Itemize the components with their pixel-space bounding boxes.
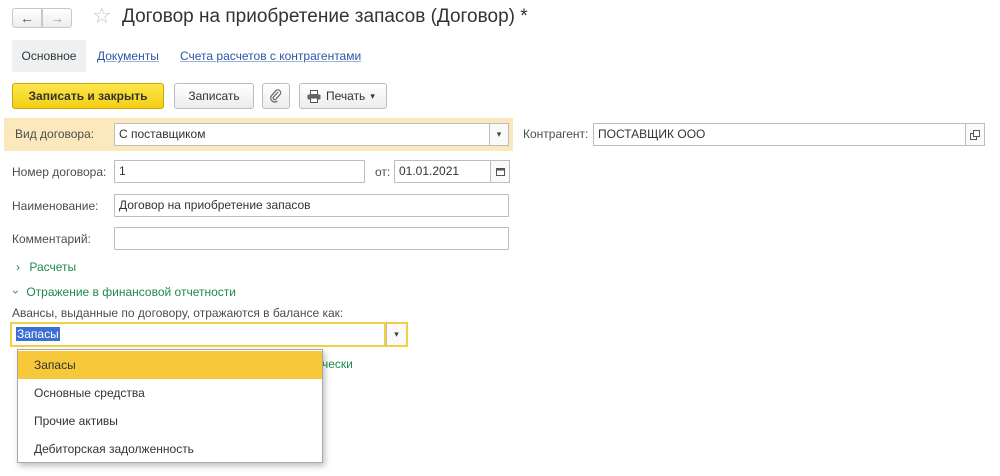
calendar-icon [495,168,505,176]
financial-label: Отражение в финансовой отчетности [26,285,236,299]
save-button[interactable]: Записать [174,83,254,109]
paperclip-icon [270,89,282,103]
chevron-down-icon: ▾ [496,129,502,139]
tab-settlement-accounts[interactable]: Счета расчетов с контрагентами [180,49,361,63]
printer-icon [307,89,321,103]
chevron-down-icon: › [9,290,23,294]
arrow-right-icon: → [50,10,64,26]
advances-dropdown-button[interactable]: ▾ [386,322,408,347]
financial-section-toggle[interactable]: › Отражение в финансовой отчетности [9,285,236,299]
contract-type-dropdown-button[interactable]: ▾ [489,123,509,146]
back-button[interactable]: ← [12,8,42,28]
comment-label: Комментарий: [12,232,91,246]
print-label: Печать [326,89,366,103]
chevron-down-icon: ▾ [370,90,375,101]
open-counterparty-button[interactable] [965,123,985,146]
date-label: от: [375,165,391,179]
calendar-button[interactable] [490,160,510,183]
dropdown-item-receivables[interactable]: Дебиторская задолженность [18,435,322,463]
tab-main-label: Основное [21,49,77,63]
counterparty-label: Контрагент: [523,127,589,141]
dropdown-item-inventory[interactable]: Запасы [18,351,322,379]
chevron-down-icon: ▾ [394,329,399,339]
contract-type-label: Вид договора: [15,127,95,141]
page-title: Договор на приобретение запасов (Договор… [122,6,528,27]
print-button[interactable]: Печать ▾ [299,83,387,109]
open-icon [970,129,980,140]
hidden-link-fragment[interactable]: чески [322,357,353,371]
number-field[interactable]: 1 [114,160,365,183]
save-and-close-button[interactable]: Записать и закрыть [12,83,164,109]
contract-type-field[interactable]: С поставщиком [114,123,490,146]
counterparty-field[interactable]: ПОСТАВЩИК ООО [593,123,966,146]
tab-main[interactable]: Основное [12,40,86,72]
tab-documents[interactable]: Документы [97,49,159,63]
settlements-label: Расчеты [29,260,77,274]
name-field[interactable]: Договор на приобретение запасов [114,194,509,217]
advances-dropdown-list: Запасы Основные средства Прочие активы Д… [17,349,323,463]
advances-value: Запасы [16,327,60,341]
dropdown-item-other-assets[interactable]: Прочие активы [18,407,322,435]
name-label: Наименование: [12,199,99,213]
advances-label: Авансы, выданные по договору, отражаются… [12,306,344,320]
comment-field[interactable] [114,227,509,250]
arrow-left-icon: ← [20,10,34,26]
attach-button[interactable] [262,83,290,109]
settlements-section-toggle[interactable]: › Расчеты [16,260,76,274]
forward-button[interactable]: → [42,8,72,28]
advances-field[interactable]: Запасы [10,322,386,347]
dropdown-item-fixed-assets[interactable]: Основные средства [18,379,322,407]
chevron-right-icon: › [16,260,20,274]
date-field[interactable]: 01.01.2021 [394,160,491,183]
star-icon[interactable]: ☆ [92,5,112,27]
number-label: Номер договора: [12,165,107,179]
